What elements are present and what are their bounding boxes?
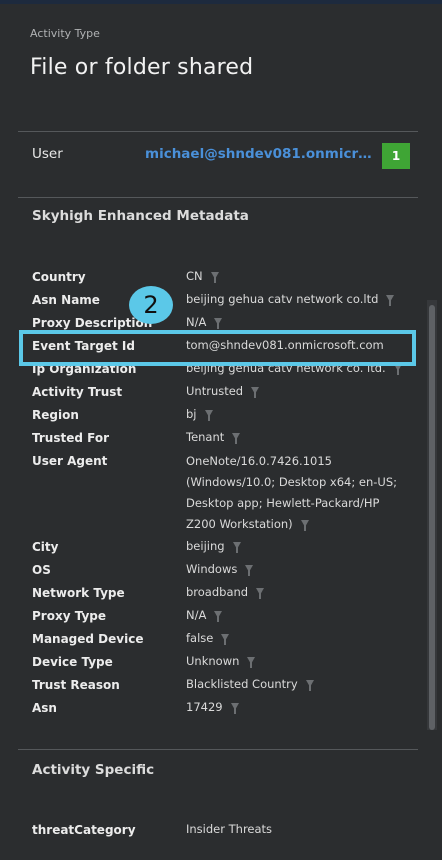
field-value-activity-trust: Untrusted bbox=[186, 381, 411, 402]
field-label-proxy-type: Proxy Type bbox=[32, 609, 107, 623]
field-value-trust-reason: Blacklisted Country bbox=[186, 674, 411, 695]
filter-icon[interactable] bbox=[256, 588, 265, 599]
field-label-activity-trust: Activity Trust bbox=[32, 385, 123, 399]
field-value-threat-category-text: Insider Threats bbox=[186, 822, 273, 836]
field-label-country: Country bbox=[32, 270, 86, 284]
filter-icon[interactable] bbox=[305, 680, 314, 691]
field-value-network-type: broadband bbox=[186, 582, 411, 603]
filter-icon[interactable] bbox=[232, 433, 241, 444]
field-value-city: beijing bbox=[186, 536, 411, 557]
field-value-country: CN bbox=[186, 266, 411, 287]
field-value-device-type-text: Unknown bbox=[186, 654, 240, 668]
activity-type-value: File or folder shared bbox=[30, 55, 254, 80]
field-value-user-agent-text: OneNote/16.0.7426.1015 (Windows/10.0; De… bbox=[186, 454, 397, 531]
section-title-activity-specific: Activity Specific bbox=[32, 762, 155, 778]
user-count-badge[interactable]: 1 bbox=[382, 143, 410, 169]
field-value-proxy-type: N/A bbox=[186, 605, 411, 626]
field-value-city-text: beijing bbox=[186, 539, 225, 553]
divider bbox=[18, 131, 418, 132]
filter-icon[interactable] bbox=[230, 703, 239, 714]
divider bbox=[18, 197, 418, 198]
field-label-trusted-for: Trusted For bbox=[32, 431, 109, 445]
field-label-managed-device: Managed Device bbox=[32, 632, 144, 646]
filter-icon[interactable] bbox=[204, 410, 213, 421]
field-value-managed-device: false bbox=[186, 628, 411, 649]
field-value-network-type-text: broadband bbox=[186, 585, 249, 599]
divider bbox=[18, 749, 418, 750]
field-label-user-agent: User Agent bbox=[32, 454, 108, 468]
activity-type-label: Activity Type bbox=[30, 27, 100, 40]
field-value-proxy-description-text: N/A bbox=[186, 315, 207, 329]
field-value-asn: 17429 bbox=[186, 697, 411, 718]
top-bar bbox=[0, 0, 442, 4]
filter-icon[interactable] bbox=[210, 272, 219, 283]
callout-number-badge: 2 bbox=[129, 286, 173, 324]
filter-icon[interactable] bbox=[247, 657, 256, 668]
field-value-user-agent: OneNote/16.0.7426.1015 (Windows/10.0; De… bbox=[186, 451, 411, 535]
filter-icon[interactable] bbox=[214, 611, 223, 622]
field-value-threat-category: Insider Threats bbox=[186, 819, 411, 840]
field-label-network-type: Network Type bbox=[32, 586, 125, 600]
scrollbar-thumb[interactable] bbox=[429, 305, 435, 730]
field-label-asn-name: Asn Name bbox=[32, 293, 100, 307]
filter-icon[interactable] bbox=[232, 542, 241, 553]
field-value-proxy-type-text: N/A bbox=[186, 608, 207, 622]
filter-icon[interactable] bbox=[221, 634, 230, 645]
section-title-skyhigh: Skyhigh Enhanced Metadata bbox=[32, 208, 249, 224]
filter-icon[interactable] bbox=[386, 295, 395, 306]
field-value-trusted-for: Tenant bbox=[186, 427, 411, 448]
filter-icon[interactable] bbox=[251, 387, 260, 398]
field-value-managed-device-text: false bbox=[186, 631, 214, 645]
field-label-device-type: Device Type bbox=[32, 655, 113, 669]
field-value-region-text: bj bbox=[186, 407, 197, 421]
field-value-trust-reason-text: Blacklisted Country bbox=[186, 677, 298, 691]
field-label-region: Region bbox=[32, 408, 79, 422]
field-value-asn-name: beijing gehua catv network co.ltd bbox=[186, 289, 411, 310]
field-value-asn-name-text: beijing gehua catv network co.ltd bbox=[186, 292, 379, 306]
filter-icon[interactable] bbox=[245, 565, 254, 576]
field-label-asn: Asn bbox=[32, 701, 57, 715]
field-value-asn-text: 17429 bbox=[186, 700, 223, 714]
filter-icon[interactable] bbox=[214, 318, 223, 329]
field-value-os: Windows bbox=[186, 559, 411, 580]
field-label-trust-reason: Trust Reason bbox=[32, 678, 120, 692]
user-link[interactable]: michael@shndev081.onmicrosof... bbox=[145, 146, 377, 162]
highlight-box bbox=[19, 330, 416, 366]
field-value-trusted-for-text: Tenant bbox=[186, 430, 225, 444]
field-value-region: bj bbox=[186, 404, 411, 425]
field-label-threat-category: threatCategory bbox=[32, 823, 136, 837]
filter-icon[interactable] bbox=[300, 520, 309, 531]
field-label-os: OS bbox=[32, 563, 51, 577]
field-label-city: City bbox=[32, 540, 59, 554]
field-value-country-text: CN bbox=[186, 269, 203, 283]
user-label: User bbox=[32, 146, 63, 162]
field-value-os-text: Windows bbox=[186, 562, 238, 576]
field-value-activity-trust-text: Untrusted bbox=[186, 384, 244, 398]
field-value-device-type: Unknown bbox=[186, 651, 411, 672]
